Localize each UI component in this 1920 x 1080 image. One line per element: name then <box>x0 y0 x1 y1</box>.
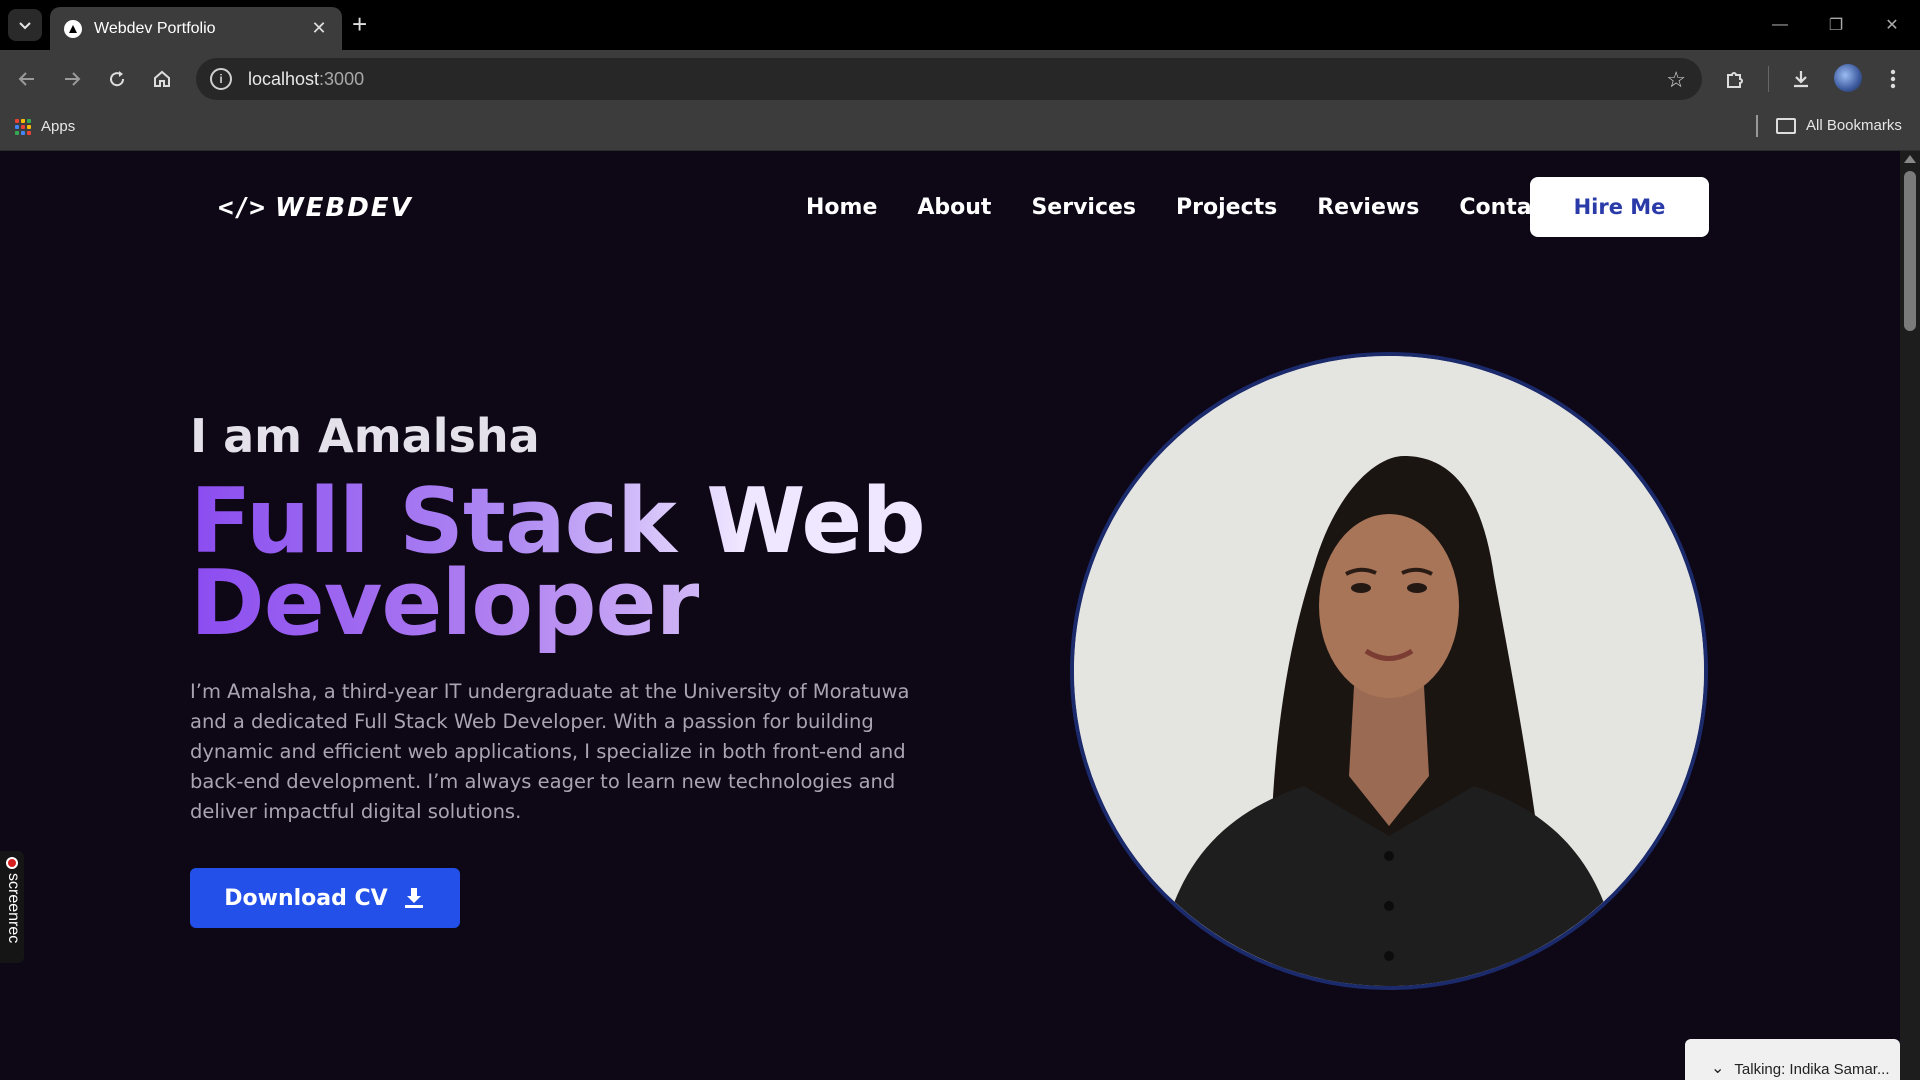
logo-text: WEBDEV <box>274 193 413 223</box>
forward-icon[interactable] <box>55 62 89 96</box>
scroll-up-arrow-icon[interactable] <box>1904 155 1916 163</box>
chevron-down-icon <box>19 22 31 30</box>
url-text: localhost:3000 <box>248 68 365 89</box>
all-bookmarks-button[interactable]: All Bookmarks <box>1776 117 1902 134</box>
all-bookmarks-label: All Bookmarks <box>1806 117 1902 134</box>
apps-shortcut[interactable]: Apps <box>15 118 75 135</box>
screenrec-widget[interactable]: screenrec <box>0 851 24 963</box>
talking-label: Talking: Indika Samar... <box>1734 1061 1890 1078</box>
reload-icon[interactable] <box>100 62 134 96</box>
nav-reviews[interactable]: Reviews <box>1317 195 1419 220</box>
window-controls: — ❐ ✕ <box>1752 0 1920 50</box>
download-cv-label: Download CV <box>224 885 388 911</box>
headline-line-2: Developer <box>190 551 700 656</box>
code-icon: </> <box>218 193 265 223</box>
browser-tab[interactable]: Webdev Portfolio ✕ <box>50 7 342 50</box>
download-icon <box>404 888 423 908</box>
extensions-icon[interactable] <box>1718 62 1752 96</box>
home-icon[interactable] <box>145 62 179 96</box>
hire-me-button[interactable]: Hire Me <box>1530 177 1709 237</box>
chevron-down-icon: ⌄ <box>1711 1060 1725 1077</box>
record-icon <box>6 857 18 869</box>
address-bar[interactable]: i localhost:3000 ☆ <box>196 58 1702 100</box>
restore-icon[interactable]: ❐ <box>1808 0 1864 50</box>
nav-home[interactable]: Home <box>806 195 877 220</box>
favicon-icon <box>64 19 82 38</box>
page-viewport: </> WEBDEV Home About Services Projects … <box>0 151 1900 1080</box>
nav-projects[interactable]: Projects <box>1176 195 1277 220</box>
browser-toolbar: i localhost:3000 ☆ <box>0 50 1920 107</box>
hero-headline: Full Stack Web Developer <box>190 477 926 649</box>
nav-services[interactable]: Services <box>1031 195 1136 220</box>
window-close-icon[interactable]: ✕ <box>1864 0 1920 50</box>
folder-icon <box>1776 117 1796 134</box>
hero-intro: I am Amalsha <box>190 409 540 463</box>
minimize-icon[interactable]: — <box>1752 0 1808 50</box>
downloads-icon[interactable] <box>1784 62 1818 96</box>
kebab-menu-icon[interactable] <box>1876 62 1910 96</box>
apps-grid-icon <box>15 118 31 135</box>
site-logo[interactable]: </> WEBDEV <box>218 193 413 223</box>
scroll-thumb[interactable] <box>1904 171 1916 331</box>
close-icon[interactable]: ✕ <box>308 18 330 39</box>
page-scrollbar[interactable] <box>1900 151 1920 1080</box>
profile-avatar[interactable] <box>1834 64 1862 92</box>
new-tab-button[interactable]: + <box>352 11 367 37</box>
back-icon[interactable] <box>10 62 44 96</box>
bookmark-star-icon[interactable]: ☆ <box>1666 67 1686 93</box>
nav-about[interactable]: About <box>917 195 991 220</box>
bookmarks-divider <box>1756 115 1758 137</box>
tab-search-button[interactable] <box>8 9 42 41</box>
browser-tabbar: Webdev Portfolio ✕ + — ❐ ✕ <box>0 0 1920 50</box>
profile-photo <box>1070 352 1708 990</box>
screenrec-label: screenrec <box>5 873 22 944</box>
bookmarks-bar: Apps All Bookmarks <box>0 107 1920 151</box>
talking-indicator[interactable]: ⌄ Talking: Indika Samar... <box>1685 1039 1900 1080</box>
hero-bio: I’m Amalsha, a third-year IT undergradua… <box>190 680 910 823</box>
tab-title: Webdev Portfolio <box>94 19 216 37</box>
site-info-icon[interactable]: i <box>210 68 232 90</box>
download-cv-button[interactable]: Download CV <box>190 868 460 928</box>
toolbar-divider <box>1768 66 1769 92</box>
apps-label: Apps <box>41 118 76 135</box>
main-nav: Home About Services Projects Reviews Con… <box>806 195 1555 220</box>
